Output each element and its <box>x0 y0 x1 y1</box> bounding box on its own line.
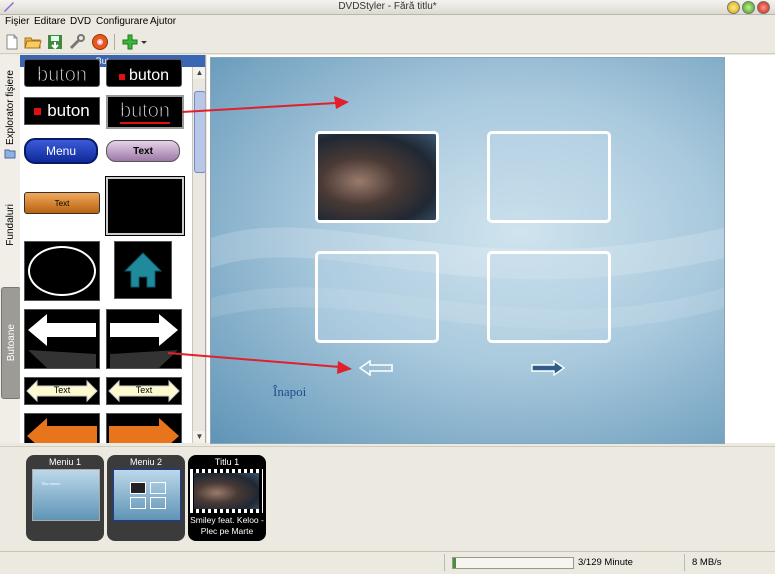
button-style-arrow-right[interactable] <box>106 309 182 369</box>
button-style-label: Text <box>106 140 180 162</box>
thumbnail-label: Meniu 2 <box>129 457 163 467</box>
menu-help[interactable]: Ajutor <box>150 16 176 27</box>
burn-disc-icon[interactable] <box>91 33 109 51</box>
button-style-dot-text[interactable]: buton <box>24 97 100 125</box>
menu-background[interactable]: Înapoi <box>210 57 725 444</box>
button-style-label: Text <box>53 385 71 395</box>
button-style-oval[interactable] <box>24 241 100 301</box>
button-style-frame[interactable] <box>105 176 185 236</box>
button-style-text-arrow-right[interactable]: Text <box>106 377 182 405</box>
button-style-menu-blue[interactable]: Menu <box>24 138 98 164</box>
folder-icon <box>4 149 16 159</box>
thumbnail-image <box>113 469 181 521</box>
film-strip <box>190 469 263 513</box>
status-bar: 3/129 Minute 8 MB/s <box>0 551 775 574</box>
button-style-text-large[interactable]: buton <box>24 59 100 87</box>
sidebar-tabs: Explorator fişiere Fundaluri Butoane <box>0 55 21 443</box>
rate-text: 8 MB/s <box>692 557 722 568</box>
arrow-right-icon <box>110 314 178 368</box>
window-title: DVDStyler - Fără titlu* <box>338 1 437 12</box>
thumbnail-inner-text: Titlu meniu <box>41 481 61 486</box>
button-style-label: buton <box>128 67 170 84</box>
button-style-label: buton <box>119 100 171 124</box>
menu-button-slot-3[interactable] <box>315 251 439 343</box>
tab-buttons[interactable]: Butoane <box>1 287 21 399</box>
chevron-down-icon[interactable] <box>139 33 149 51</box>
tab-file-explorer[interactable]: Explorator fişiere <box>1 63 19 153</box>
menu-file[interactable]: Fişier <box>5 16 29 27</box>
minimize-button[interactable] <box>727 1 740 14</box>
button-style-orange-arrow-right[interactable] <box>106 413 182 443</box>
thumbnail-label: Titlu 1 <box>214 457 240 467</box>
button-style-orange[interactable]: Text <box>24 192 100 214</box>
menu-dvd[interactable]: DVD <box>70 16 91 27</box>
menu-editor-canvas: Înapoi <box>207 55 775 444</box>
menus-titles-strip: Meniu 1 Titlu meniu Meniu 2 Titlu 1 Smil… <box>0 446 775 551</box>
orange-arrow-icon <box>109 418 179 443</box>
menu-button-slot-2[interactable] <box>487 131 611 223</box>
button-style-text-arrow-left[interactable]: Text <box>24 377 100 405</box>
button-style-orange-arrow-left[interactable] <box>24 413 100 443</box>
menu-prev-arrow-icon[interactable] <box>359 360 393 376</box>
toolbar <box>0 31 775 54</box>
duration-text: 3/129 Minute <box>578 557 633 568</box>
progress-fill <box>453 558 456 568</box>
oval-shape <box>28 246 96 296</box>
menu-button-slot-1[interactable] <box>315 131 439 223</box>
palette-scrollbar[interactable]: ▲ ▼ <box>192 67 205 443</box>
menu-edit[interactable]: Editare <box>34 16 66 27</box>
scroll-thumb[interactable] <box>194 91 205 173</box>
thumbnail-label: Meniu 1 <box>48 457 82 467</box>
menu-next-arrow-icon[interactable] <box>531 360 565 376</box>
arrow-left-icon <box>28 314 96 368</box>
button-style-home[interactable] <box>114 241 172 299</box>
thumbnail-title-1[interactable]: Titlu 1 Smiley feat. Keloo - Plec pe Mar… <box>188 455 266 541</box>
button-style-label: buton <box>36 64 88 87</box>
back-text-button[interactable]: Înapoi <box>273 384 306 400</box>
buttons-palette: Butoane buton buton buton buton Menu Tex… <box>20 55 206 443</box>
orange-arrow-icon <box>27 418 97 443</box>
button-style-pill-mauve[interactable]: Text <box>106 139 180 163</box>
thumbnail-menu-2[interactable]: Meniu 2 <box>107 455 185 541</box>
button-style-label: Text <box>54 198 70 208</box>
red-dot-icon <box>118 74 125 80</box>
menu-configure[interactable]: Configurare <box>96 16 148 27</box>
close-button[interactable] <box>757 1 770 14</box>
save-icon[interactable] <box>46 33 64 51</box>
button-style-dot-text-large[interactable]: buton <box>106 59 182 87</box>
button-style-label: Menu <box>24 138 98 164</box>
tab-buttons-label: Butoane <box>5 324 17 362</box>
video-thumbnail <box>318 134 436 220</box>
tab-backgrounds-label: Fundaluri <box>4 204 16 246</box>
tab-file-explorer-label: Explorator fişiere <box>4 70 16 146</box>
red-dot-icon <box>34 107 42 115</box>
scroll-down-button[interactable]: ▼ <box>193 431 205 443</box>
new-icon[interactable] <box>3 33 21 51</box>
button-style-arrow-left[interactable] <box>24 309 100 369</box>
button-style-label: Text <box>135 385 153 395</box>
button-style-underlined[interactable]: buton <box>106 95 184 129</box>
settings-wrench-icon[interactable] <box>68 33 86 51</box>
thumbnail-caption: Smiley feat. Keloo - Plec pe Marte <box>190 515 264 536</box>
thumbnail-image <box>194 473 259 509</box>
menu-button-slot-4[interactable] <box>487 251 611 343</box>
open-icon[interactable] <box>24 33 42 51</box>
thumbnail-image: Titlu meniu <box>32 469 100 521</box>
scroll-up-button[interactable]: ▲ <box>193 67 205 79</box>
toolbar-separator <box>114 34 115 50</box>
tab-backgrounds[interactable]: Fundaluri <box>1 185 19 265</box>
button-style-label: buton <box>47 101 90 120</box>
title-bar: DVDStyler - Fără titlu* <box>0 0 775 15</box>
home-icon <box>123 252 163 288</box>
menu-bar: Fişier Editare DVD Configurare Ajutor <box>0 15 775 30</box>
maximize-button[interactable] <box>742 1 755 14</box>
thumbnail-menu-1[interactable]: Meniu 1 Titlu meniu <box>26 455 104 541</box>
disc-usage-progress <box>452 557 574 569</box>
add-icon[interactable] <box>121 33 139 51</box>
